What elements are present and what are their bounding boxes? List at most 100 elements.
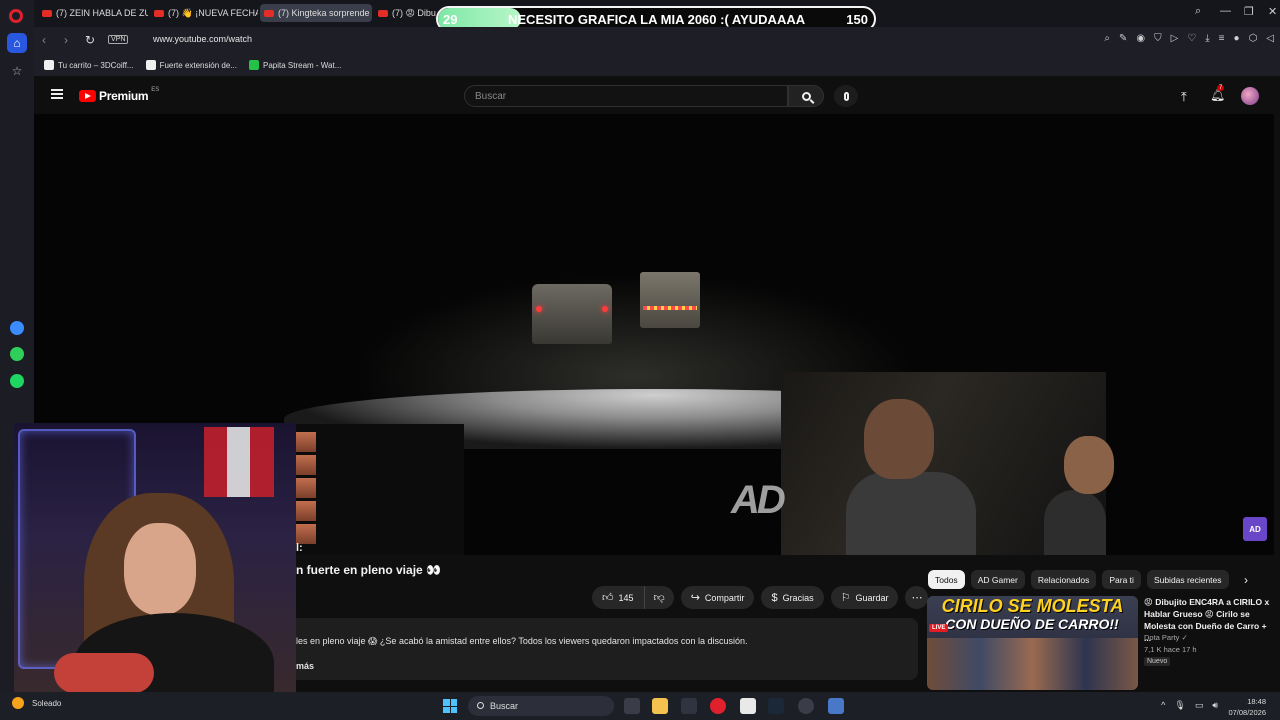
chip-subidas-recientes[interactable]: Subidas recientes xyxy=(1146,570,1229,589)
youtube-play-icon xyxy=(79,90,96,102)
description-text: les en pleno viaje 😱 ¿Se acabó la amista… xyxy=(296,636,748,646)
goal-target: 150 xyxy=(846,12,868,27)
forward-icon[interactable]: › xyxy=(64,33,68,47)
shield-icon[interactable]: ⛉ xyxy=(1154,33,1162,44)
clock[interactable]: 18:48 07/08/2026 xyxy=(1228,696,1266,718)
search-button[interactable] xyxy=(788,85,824,107)
bookmark-favicon-icon xyxy=(44,60,54,70)
chip-todos[interactable]: Todos xyxy=(928,570,965,589)
youtube-logo[interactable]: Premium ES xyxy=(79,87,160,103)
avatar[interactable] xyxy=(1241,87,1259,105)
more-actions-button[interactable]: ⋯ xyxy=(905,586,929,609)
share-button[interactable]: ↪ Compartir xyxy=(680,586,755,609)
description-box[interactable]: les en pleno viaje 😱 ¿Se acabó la amista… xyxy=(296,618,918,680)
chevron-right-icon[interactable]: › xyxy=(1244,573,1248,587)
truck-ahead xyxy=(640,272,700,328)
bookmark-1[interactable]: Tu carrito – 3DCoiff... xyxy=(44,60,134,70)
home-icon[interactable]: ⌂ xyxy=(7,33,27,53)
extension-icon[interactable]: ⬡ xyxy=(1249,33,1258,44)
weather-widget[interactable]: Soleado xyxy=(12,697,61,709)
save-button[interactable]: ⚐ Guardar xyxy=(830,586,899,609)
chevron-up-icon[interactable]: ^ xyxy=(1161,700,1165,711)
tab-3-active[interactable]: (7) Kingteka sorprende xyxy=(260,4,372,22)
play-icon[interactable]: ▷ xyxy=(1171,33,1179,44)
vpn-badge[interactable]: VPN xyxy=(108,35,129,44)
youtube-header: Premium ES ⤒ 🔔︎ 7 xyxy=(34,77,1280,114)
download-icon[interactable]: ⤓ xyxy=(1205,33,1209,44)
thanks-button[interactable]: $ Gracias xyxy=(761,586,824,609)
thanks-icon: $ xyxy=(771,591,778,604)
streamer-hands xyxy=(54,653,154,693)
recommendation-thumbnail[interactable]: CIRILO SE MOLESTA CON DUEÑO DE CARRO!! L… xyxy=(927,596,1138,690)
url-field[interactable]: www.youtube.com/watch xyxy=(153,34,252,44)
dislike-button[interactable]: 👎︎ xyxy=(644,586,674,609)
opera-logo-icon[interactable] xyxy=(9,9,23,23)
close-icon[interactable]: ✕ xyxy=(1268,5,1277,18)
tab-label: (7) 😡 Dibujito xyxy=(392,7,436,18)
file-explorer-icon[interactable] xyxy=(652,698,668,714)
restore-icon[interactable]: ❐ xyxy=(1244,5,1254,18)
create-upload-icon[interactable]: ⤒ xyxy=(1181,89,1187,105)
chip-para-ti[interactable]: Para ti xyxy=(1102,570,1141,589)
bookmarks-bar: Tu carrito – 3DCoiff... Fuerte extensión… xyxy=(34,54,1280,76)
app-icon[interactable] xyxy=(681,698,697,714)
start-windows-icon[interactable] xyxy=(443,699,457,713)
messenger-icon[interactable] xyxy=(7,318,27,338)
spotify-icon[interactable] xyxy=(7,371,27,391)
opera-taskbar-icon[interactable] xyxy=(710,698,726,714)
mic-icon[interactable]: 🎙︎ xyxy=(1174,700,1185,711)
address-bar: ‹ › ↻ VPN www.youtube.com/watch ⌕ ✎ ◉ ⛉ … xyxy=(34,27,1280,54)
hamburger-menu-icon[interactable] xyxy=(51,89,63,99)
youtube-favicon-icon xyxy=(154,9,164,17)
tab-label: (7) Kingteka sorprende xyxy=(278,8,370,18)
chip-ad-gamer[interactable]: AD Gamer xyxy=(970,570,1025,589)
profile-icon[interactable]: ● xyxy=(1234,33,1240,44)
taskbar-search[interactable] xyxy=(468,696,614,716)
tab-1[interactable]: (7) ZEIN HABLA DE ZULLY xyxy=(38,4,148,22)
edit-icon[interactable]: ✎ xyxy=(1119,33,1127,44)
video-actions: 👍︎ 145 👎︎ ↪ Compartir $ Gracias ⚐ Guarda… xyxy=(592,586,929,609)
zoom-icon[interactable]: ⌕ xyxy=(1104,33,1110,44)
streamer-face xyxy=(124,523,196,615)
toolbar-icons: ⌕ ✎ ◉ ⛉ ▷ ♡ ⤓ ≡ ● ⬡ ◁ xyxy=(1104,33,1274,44)
youtube-favicon-icon xyxy=(378,9,388,17)
menu-icon[interactable]: ≡ xyxy=(1219,33,1225,44)
search-tabs-icon[interactable]: ⌕ xyxy=(1195,5,1201,18)
bookmark-3[interactable]: Papita Stream - Wat... xyxy=(248,60,342,70)
reload-icon[interactable]: ↻ xyxy=(85,33,95,47)
notes-icon[interactable] xyxy=(740,698,756,714)
camera-icon[interactable]: ◉ xyxy=(1136,33,1145,44)
whatsapp-icon[interactable] xyxy=(7,344,27,364)
bookmark-label: Fuerte extensión de... xyxy=(159,60,237,70)
search-icon xyxy=(477,702,484,709)
taskbar-search-input[interactable] xyxy=(490,696,608,716)
volume-icon[interactable]: 🔊︎ xyxy=(1212,700,1218,711)
minimize-icon[interactable]: — xyxy=(1220,5,1231,17)
task-view-icon[interactable] xyxy=(624,698,640,714)
like-button[interactable]: 👍︎ 145 xyxy=(592,586,645,609)
logo-region: ES xyxy=(151,87,160,93)
aria-icon[interactable]: ◁ xyxy=(1266,33,1274,44)
network-icon[interactable]: ▭ xyxy=(1195,700,1204,711)
star-icon[interactable]: ☆ xyxy=(7,61,27,81)
person-face xyxy=(864,399,934,479)
settings-icon[interactable] xyxy=(828,698,844,714)
recommendation-channel[interactable]: Dota Party ✓ xyxy=(1144,633,1188,642)
tab-2[interactable]: (7) 👋 ¡NUEVA FECHA para xyxy=(150,4,258,22)
tab-label: (7) 👋 ¡NUEVA FECHA para xyxy=(168,7,258,18)
tab-4[interactable]: (7) 😡 Dibujito xyxy=(374,4,436,22)
bookmark-label: Papita Stream - Wat... xyxy=(262,60,342,70)
channel-branding-icon[interactable]: AD xyxy=(1243,517,1267,541)
steam-icon[interactable] xyxy=(768,698,784,714)
bookmark-2[interactable]: Fuerte extensión de... xyxy=(145,60,237,70)
chip-relacionados[interactable]: Relacionados xyxy=(1030,570,1097,589)
obs-icon[interactable] xyxy=(798,698,814,714)
like-dislike-group: 👍︎ 145 👎︎ xyxy=(592,586,674,609)
back-icon[interactable]: ‹ xyxy=(42,33,46,47)
heart-icon[interactable]: ♡ xyxy=(1187,33,1196,44)
show-more-link[interactable]: más xyxy=(296,661,314,671)
flag-decoration xyxy=(204,427,274,497)
side-label: l: xyxy=(296,542,303,554)
search-input[interactable] xyxy=(465,86,787,107)
voice-search-button[interactable] xyxy=(834,85,858,107)
